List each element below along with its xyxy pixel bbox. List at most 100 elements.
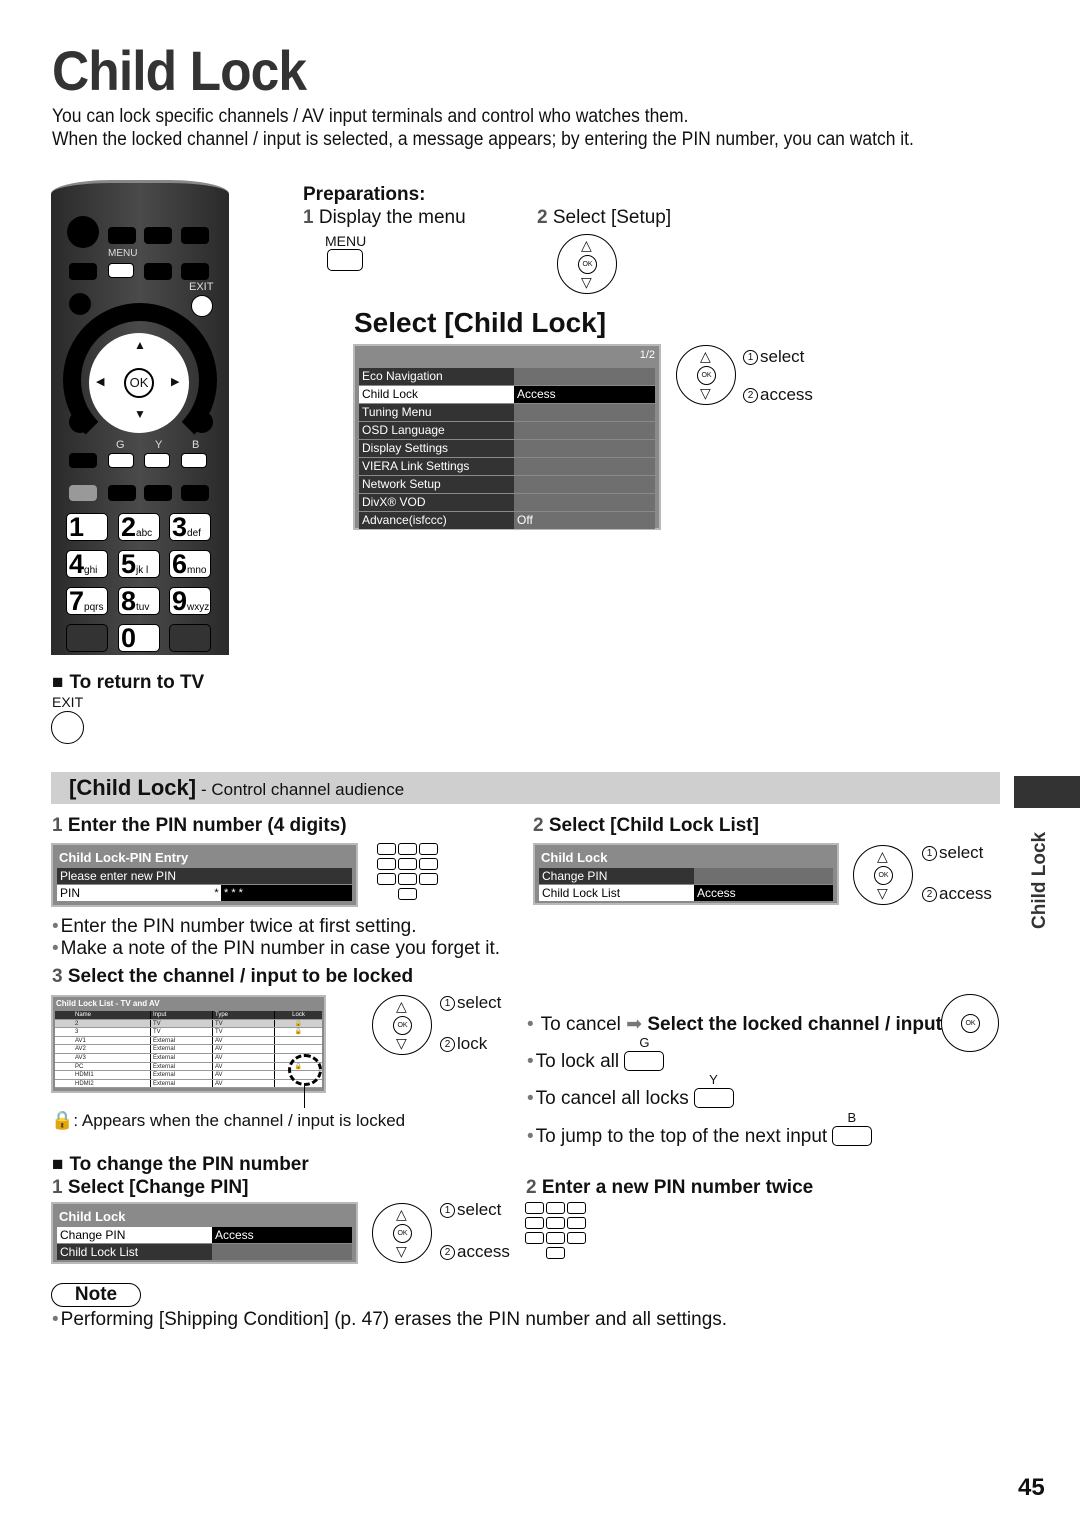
remote-button <box>69 485 97 501</box>
menu-item-osd-language[interactable]: OSD Language <box>359 422 655 439</box>
table-header: Name Input Type Lock <box>55 1011 322 1020</box>
down-arrow-icon: ▽ <box>700 385 711 401</box>
pin-bullet-2: Make a note of the PIN number in case yo… <box>52 938 500 960</box>
child-lock-osd: Child Lock Change PIN Child Lock List Acc… <box>533 843 839 905</box>
table-row[interactable]: 3 TV TV 🔒 <box>55 1028 322 1037</box>
navigation-pad: ▲ ▼ ◀ ▶ OK <box>89 333 189 433</box>
menu-item-tuning-menu[interactable]: Tuning Menu <box>359 404 655 421</box>
menu-item-display-settings[interactable]: Display Settings <box>359 440 655 457</box>
remote-button <box>69 263 97 280</box>
intro-line-1: You can lock specific channels / AV inpu… <box>52 106 689 127</box>
change-pin-osd-title: Child Lock <box>59 1209 126 1224</box>
prep-step-1: 1 Display the menu <box>303 207 466 228</box>
table-row[interactable]: HDMI2 External AV <box>55 1079 322 1089</box>
ok-icon: OK <box>961 1014 980 1033</box>
remote-button <box>191 411 213 433</box>
remote-button <box>181 263 209 280</box>
access-label: 2 access <box>922 884 992 904</box>
menu-item-change-pin[interactable]: Change PIN <box>539 868 833 884</box>
right-arrow-icon: ▶ <box>171 376 180 388</box>
exit-label: EXIT <box>189 281 214 293</box>
red-button <box>69 453 97 468</box>
pin-digit-entered: * <box>212 885 221 901</box>
key-3: 3def <box>169 513 211 541</box>
access-label: 2 access <box>440 1242 510 1262</box>
left-arrow-icon: ◀ <box>96 376 105 388</box>
select-label: 1 select <box>922 843 983 863</box>
key-7: 7pqrs <box>66 587 108 615</box>
menu-item-change-pin[interactable]: Change PIN Access <box>57 1227 352 1243</box>
up-arrow-icon: △ <box>700 348 711 364</box>
nav-dial-icon: △ OK ▽ <box>853 845 913 905</box>
table-row[interactable]: AV2 External AV <box>55 1045 322 1054</box>
lock-legend: 🔒: Appears when the channel / input is l… <box>51 1110 406 1130</box>
key-1: 1 <box>66 513 108 541</box>
lock-icon: 🔒 <box>274 1028 322 1036</box>
callout-line <box>304 1086 305 1108</box>
pin-entry-osd: Child Lock-PIN Entry Please enter new PI… <box>51 843 358 907</box>
green-label: G <box>116 439 125 451</box>
return-to-tv-heading: To return to TV <box>52 672 204 694</box>
blue-button-icon: B <box>832 1110 873 1146</box>
remote-button <box>181 227 209 244</box>
step-lock-heading: 3 Select the channel / input to be locke… <box>52 966 414 987</box>
ok-icon: OK <box>393 1224 412 1243</box>
up-arrow-icon: △ <box>396 998 407 1014</box>
menu-item-eco-navigation[interactable]: Eco Navigation <box>359 368 655 385</box>
down-arrow-icon: ▽ <box>581 274 592 290</box>
exit-button <box>191 295 213 317</box>
intro-line-2: When the locked channel / input is selec… <box>52 129 914 150</box>
menu-item-child-lock-list[interactable]: Child Lock List <box>57 1244 352 1260</box>
lock-label: 2 lock <box>440 1034 487 1054</box>
remote-button <box>108 227 136 244</box>
key-5: 5jk l <box>118 550 160 578</box>
select-label: 1 select <box>440 1200 501 1220</box>
menu-item-divx-vod[interactable]: DivX® VOD <box>359 494 655 511</box>
arrow-right-icon: ➡ <box>626 1014 643 1035</box>
remote-button <box>69 293 91 315</box>
pin-input[interactable]: * * * <box>221 885 352 901</box>
child-lock-osd-title: Child Lock <box>541 850 608 865</box>
table-row[interactable]: HDMI1 External AV <box>55 1071 322 1080</box>
menu-item-advance-isfccc[interactable]: Advance(isfccc) Off <box>359 512 655 529</box>
ok-dial-icon: OK <box>941 994 999 1052</box>
lock-highlight-circle <box>288 1054 322 1086</box>
table-row[interactable]: AV1 External AV <box>55 1036 322 1046</box>
ok-button: OK <box>124 368 154 398</box>
menu-item-viera-link-settings[interactable]: VIERA Link Settings <box>359 458 655 475</box>
remote-button <box>181 485 209 501</box>
down-arrow-icon: ▽ <box>396 1243 407 1259</box>
key-4: 4ghi <box>66 550 108 578</box>
table-row[interactable]: PC External AV 🔒 <box>55 1062 322 1072</box>
setup-menu-osd: 1/2 Eco Navigation Child Lock Access Tuni… <box>353 344 661 530</box>
remote-control-illustration: MENU EXIT ▲ ▼ ◀ ▶ OK G Y B 1 2abc 3def 4… <box>51 180 229 655</box>
nav-dial-icon: △ OK ▽ <box>676 345 736 405</box>
up-arrow-icon: △ <box>581 237 592 253</box>
prep-step-2: 2 Select [Setup] <box>537 207 672 228</box>
up-arrow-icon: ▲ <box>134 338 146 352</box>
menu-button-label: MENU <box>325 233 367 249</box>
menu-item-network-setup[interactable]: Network Setup <box>359 476 655 493</box>
select-label: 1 select <box>743 347 804 367</box>
table-row[interactable]: 2 TV TV 🔒 <box>55 1019 322 1029</box>
preparations-heading: Preparations: <box>303 184 426 205</box>
change-pin-osd: Child Lock Change PIN Access Child Lock L… <box>51 1202 358 1264</box>
pin-bullet-1: Enter the PIN number twice at first sett… <box>52 916 417 938</box>
key-9: 9wxyz <box>169 587 211 615</box>
step-pin-heading: 1 Enter the PIN number (4 digits) <box>52 815 347 836</box>
ok-icon: OK <box>393 1016 412 1035</box>
table-row[interactable]: AV3 External AV <box>55 1053 322 1063</box>
page-title: Child Lock <box>52 39 307 102</box>
tip-lock-all: To lock all G <box>527 1035 665 1073</box>
change-pin-step-2: 2 Enter a new PIN number twice <box>526 1177 814 1198</box>
menu-item-child-lock[interactable]: Child Lock Access <box>359 386 655 403</box>
yellow-button-icon: Y <box>694 1072 735 1108</box>
remote-button <box>108 485 136 501</box>
key-2: 2abc <box>118 513 160 541</box>
side-tab-marker <box>1014 776 1080 808</box>
yellow-label: Y <box>155 439 163 451</box>
green-button-icon: G <box>624 1035 665 1071</box>
up-arrow-icon: △ <box>396 1206 407 1222</box>
menu-item-child-lock-list[interactable]: Child Lock List Access <box>539 885 833 901</box>
child-lock-list-table: Child Lock List - TV and AV Name Input Typ… <box>51 995 326 1093</box>
